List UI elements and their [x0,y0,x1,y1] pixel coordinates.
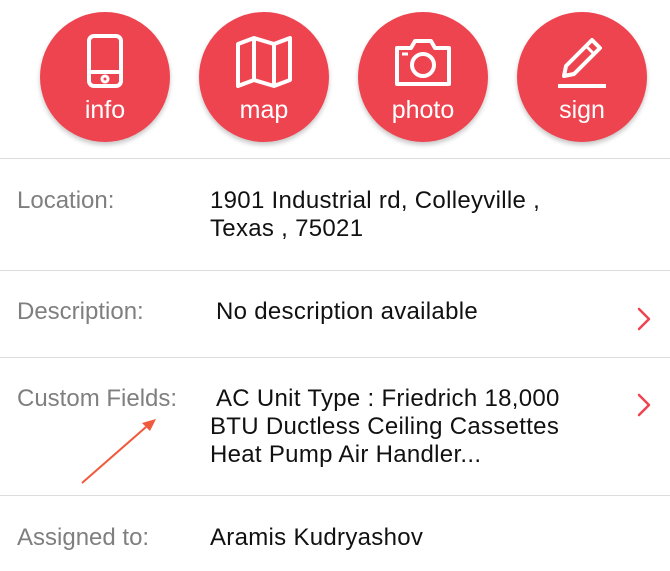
location-line-2: Texas , 75021 [210,215,364,242]
location-label: Location: [17,187,115,214]
assigned-to-value: Aramis Kudryashov [210,524,424,551]
custom-fields-line-3: Heat Pump Air Handler... [210,441,482,468]
custom-fields-label: Custom Fields: [17,385,178,412]
description-value: No description available [216,298,479,325]
location-value: 1901 Industrial rd, Colleyville , Texas … [210,187,540,243]
action-bar: info map photo sign [0,0,670,158]
map-icon [236,36,292,88]
divider [0,270,670,271]
divider [0,158,670,159]
photo-button[interactable]: photo [358,12,488,142]
assigned-to-label: Assigned to: [17,524,150,551]
annotation-arrow-icon [81,419,156,484]
info-label: info [84,96,126,124]
map-button[interactable]: map [199,12,329,142]
custom-fields-line-2: BTU Ductless Ceiling Cassettes [210,413,560,440]
tablet-icon [87,34,123,88]
description-label: Description: [17,298,144,325]
custom-fields-value: AC Unit Type : Friedrich 18,000 BTU Duct… [210,385,560,469]
photo-label: photo [391,96,455,124]
chevron-right-icon[interactable] [636,392,652,418]
map-label: map [239,96,289,124]
pencil-icon [558,38,606,88]
sign-label: sign [559,96,605,124]
chevron-right-icon[interactable] [636,306,652,332]
sign-button[interactable]: sign [517,12,647,142]
divider [0,357,670,358]
camera-icon [395,39,451,86]
custom-fields-line-1: AC Unit Type : Friedrich 18,000 [216,385,560,412]
divider [0,495,670,496]
info-button[interactable]: info [40,12,170,142]
location-line-1: 1901 Industrial rd, Colleyville , [210,187,541,214]
